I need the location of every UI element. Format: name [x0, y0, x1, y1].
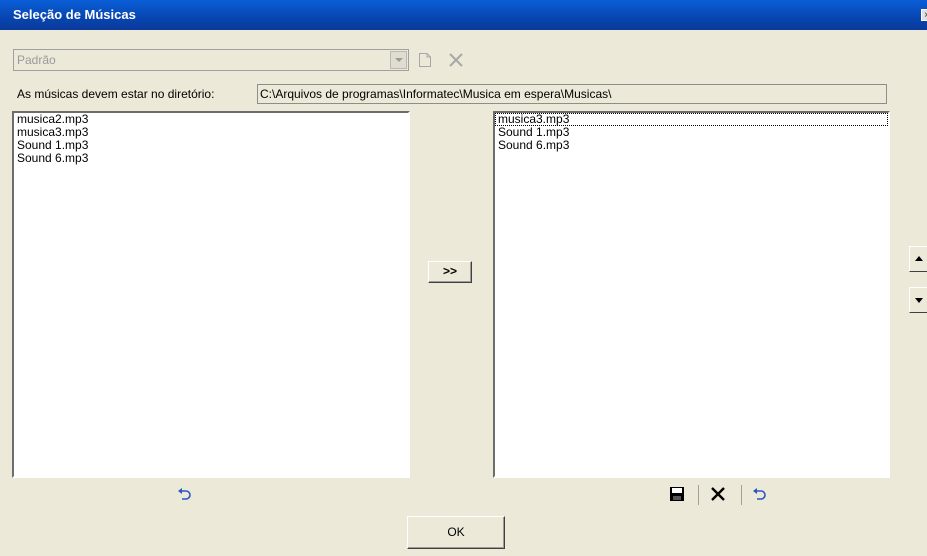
- toolbar-separator: [741, 485, 742, 505]
- undo-icon[interactable]: [177, 487, 193, 504]
- new-document-icon: [418, 52, 432, 71]
- move-down-button[interactable]: [909, 287, 927, 313]
- available-songs-list[interactable]: musica2.mp3 musica3.mp3 Sound 1.mp3 Soun…: [12, 111, 410, 478]
- profile-combo: Padrão: [13, 49, 409, 71]
- ok-button[interactable]: OK: [407, 516, 505, 549]
- close-icon[interactable]: ×: [921, 9, 927, 21]
- list-item[interactable]: Sound 6.mp3: [14, 152, 408, 165]
- directory-label: As músicas devem estar no diretório:: [17, 87, 215, 101]
- delete-x-icon[interactable]: [710, 486, 726, 505]
- directory-path-field: C:\Arquivos de programas\Informatec\Musi…: [257, 84, 887, 104]
- delete-x-icon: [448, 52, 464, 71]
- toolbar-separator: [698, 485, 699, 505]
- add-to-selection-button[interactable]: >>: [428, 261, 472, 283]
- selected-songs-list[interactable]: musica3.mp3 Sound 1.mp3 Sound 6.mp3: [493, 111, 890, 478]
- list-item[interactable]: Sound 6.mp3: [495, 139, 888, 152]
- profile-combo-value: Padrão: [17, 53, 56, 67]
- window-title: Seleção de Músicas: [13, 7, 136, 22]
- undo-icon[interactable]: [752, 487, 768, 504]
- title-bar[interactable]: Seleção de Músicas ×: [0, 0, 927, 30]
- save-icon[interactable]: [669, 486, 685, 505]
- move-up-button[interactable]: [909, 246, 927, 272]
- arrow-down-icon: [915, 298, 923, 303]
- arrow-up-icon: [915, 256, 923, 261]
- chevron-down-icon: [390, 51, 407, 69]
